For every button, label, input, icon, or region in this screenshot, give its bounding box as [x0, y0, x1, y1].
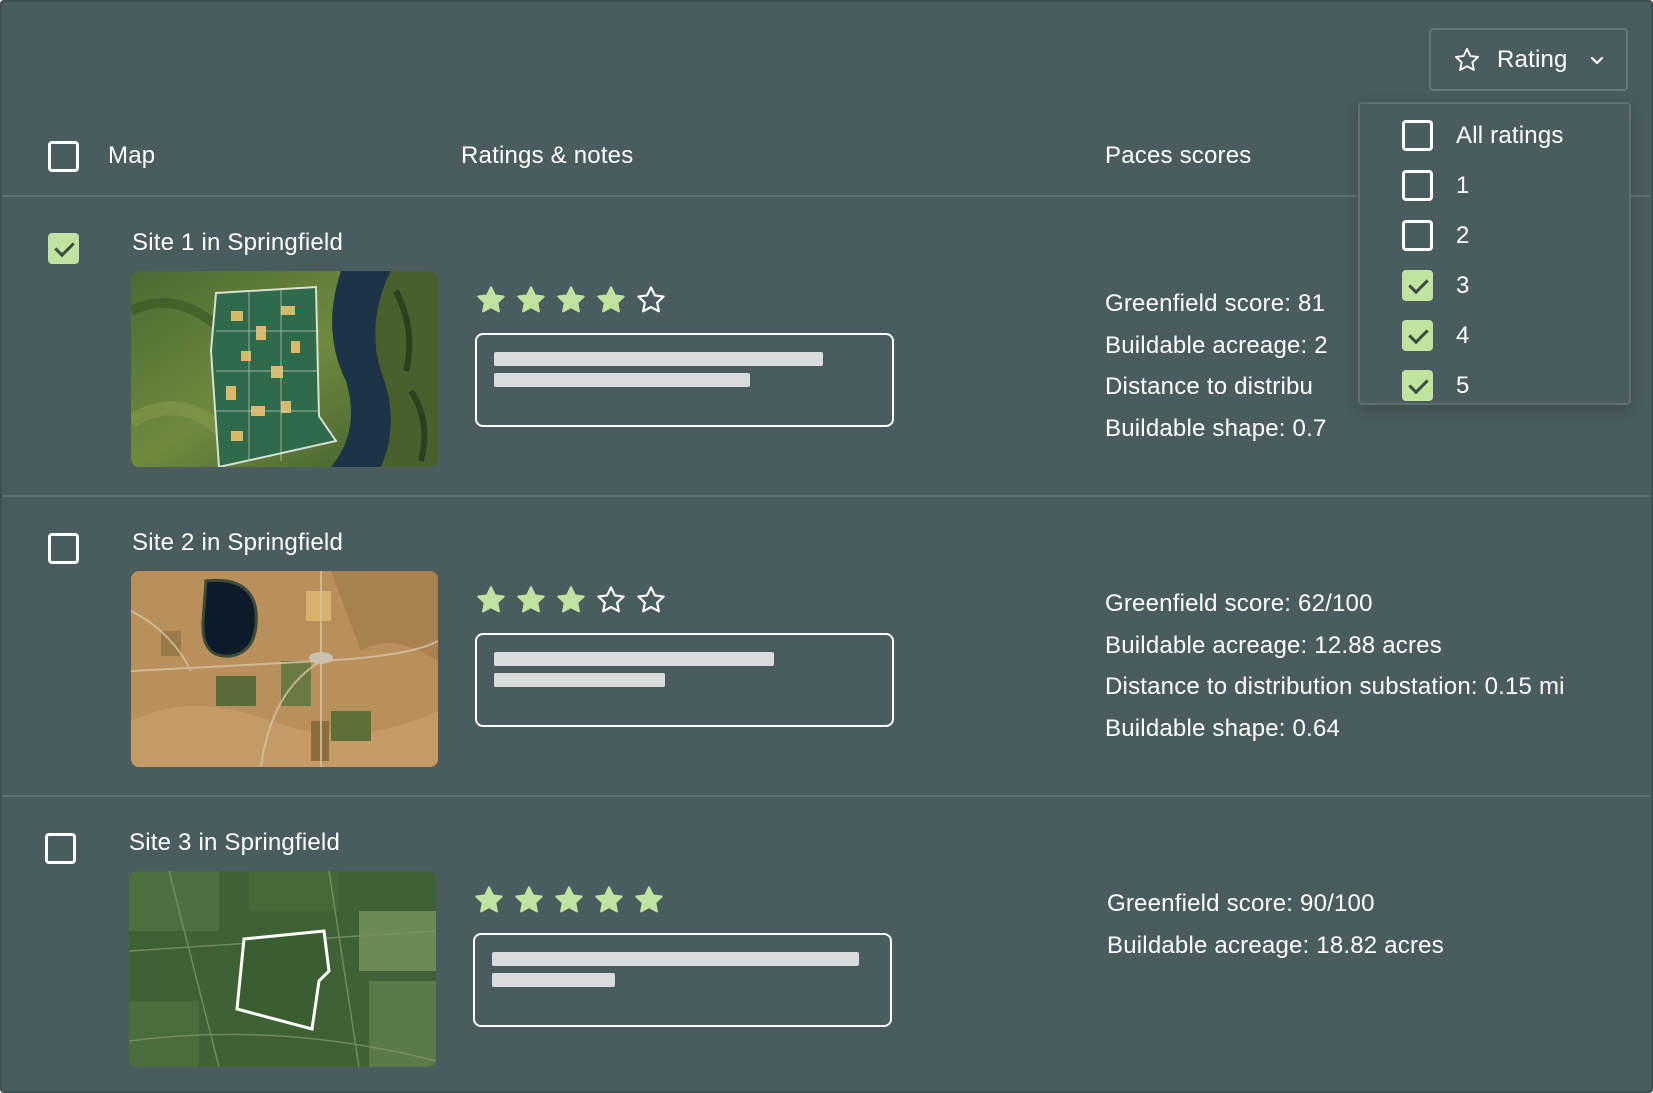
rating-option-checkbox[interactable]: [1402, 220, 1433, 251]
rating-filter-button[interactable]: Rating: [1429, 28, 1628, 91]
star-filled-icon[interactable]: [555, 284, 587, 316]
rating-filter-label: Rating: [1497, 46, 1568, 73]
rating-option[interactable]: All ratings: [1360, 120, 1629, 164]
notes-placeholder-line: [492, 973, 615, 987]
rating-option[interactable]: 2: [1360, 220, 1629, 264]
notes-placeholder-line: [494, 373, 750, 387]
site-map-thumbnail[interactable]: [131, 271, 438, 467]
column-header-paces-scores: Paces scores: [1105, 142, 1252, 169]
rating-option[interactable]: 1: [1360, 170, 1629, 214]
star-rating[interactable]: [475, 284, 667, 316]
row-divider: [2, 795, 1651, 797]
star-outline-icon[interactable]: [635, 284, 667, 316]
row-divider: [2, 495, 1651, 497]
column-header-map: Map: [108, 142, 156, 169]
score-buildable-acreage: Buildable acreage: 2: [1105, 332, 1328, 359]
rating-option-checkbox[interactable]: [1402, 370, 1433, 401]
site-map-thumbnail[interactable]: [129, 871, 436, 1067]
star-filled-icon[interactable]: [555, 584, 587, 616]
star-rating[interactable]: [473, 884, 665, 916]
notes-placeholder-line: [494, 673, 665, 687]
star-outline-icon[interactable]: [635, 584, 667, 616]
rating-option-checkbox[interactable]: [1402, 120, 1433, 151]
rating-option-label: 2: [1456, 222, 1470, 249]
rating-option-label: 1: [1456, 172, 1470, 199]
notes-field[interactable]: [475, 633, 894, 727]
score-greenfield: Greenfield score: 90/100: [1107, 890, 1375, 917]
rating-option[interactable]: 4: [1360, 320, 1629, 364]
notes-placeholder-line: [494, 352, 823, 366]
score-buildable-acreage: Buildable acreage: 12.88 acres: [1105, 632, 1442, 659]
rating-option-label: 4: [1456, 322, 1470, 349]
rating-option[interactable]: 5: [1360, 370, 1629, 403]
star-filled-icon[interactable]: [593, 884, 625, 916]
score-greenfield: Greenfield score: 62/100: [1105, 590, 1373, 617]
rating-option-checkbox[interactable]: [1402, 270, 1433, 301]
site-name: Site 1 in Springfield: [132, 229, 343, 256]
site-row-checkbox[interactable]: [48, 233, 79, 264]
score-distance-substation: Distance to distribution substation: 0.1…: [1105, 673, 1565, 700]
column-header-ratings: Ratings & notes: [461, 142, 634, 169]
rating-option-label: 5: [1456, 372, 1470, 399]
star-rating[interactable]: [475, 584, 667, 616]
star-filled-icon[interactable]: [473, 884, 505, 916]
site-name: Site 2 in Springfield: [132, 529, 343, 556]
score-distance-substation: Distance to distribu: [1105, 373, 1314, 400]
rating-option-label: 3: [1456, 272, 1470, 299]
star-filled-icon[interactable]: [515, 584, 547, 616]
rating-option[interactable]: 3: [1360, 270, 1629, 314]
site-row-checkbox[interactable]: [48, 533, 79, 564]
notes-field[interactable]: [473, 933, 892, 1027]
notes-field[interactable]: [475, 333, 894, 427]
star-filled-icon[interactable]: [633, 884, 665, 916]
site-name: Site 3 in Springfield: [129, 829, 340, 856]
sites-table: Map Ratings & notes Paces scores Site 1 …: [0, 0, 1653, 1093]
rating-option-label: All ratings: [1456, 122, 1564, 149]
rating-option-checkbox[interactable]: [1402, 320, 1433, 351]
star-filled-icon[interactable]: [475, 584, 507, 616]
score-buildable-shape: Buildable shape: 0.7: [1105, 415, 1327, 442]
star-filled-icon[interactable]: [595, 284, 627, 316]
star-filled-icon[interactable]: [513, 884, 545, 916]
star-outline-icon: [1453, 46, 1481, 74]
score-buildable-shape: Buildable shape: 0.64: [1105, 715, 1341, 742]
star-filled-icon[interactable]: [553, 884, 585, 916]
chevron-down-icon: [1589, 52, 1605, 68]
rating-filter-dropdown: All ratings 1 2 3 4 5: [1358, 102, 1631, 405]
score-greenfield: Greenfield score: 81: [1105, 290, 1326, 317]
site-map-thumbnail[interactable]: [131, 571, 438, 767]
notes-placeholder-line: [492, 952, 859, 966]
select-all-checkbox[interactable]: [48, 141, 79, 172]
star-filled-icon[interactable]: [515, 284, 547, 316]
rating-option-checkbox[interactable]: [1402, 170, 1433, 201]
score-buildable-acreage: Buildable acreage: 18.82 acres: [1107, 932, 1444, 959]
notes-placeholder-line: [494, 652, 774, 666]
star-outline-icon[interactable]: [595, 584, 627, 616]
site-row-checkbox[interactable]: [45, 833, 76, 864]
star-filled-icon[interactable]: [475, 284, 507, 316]
